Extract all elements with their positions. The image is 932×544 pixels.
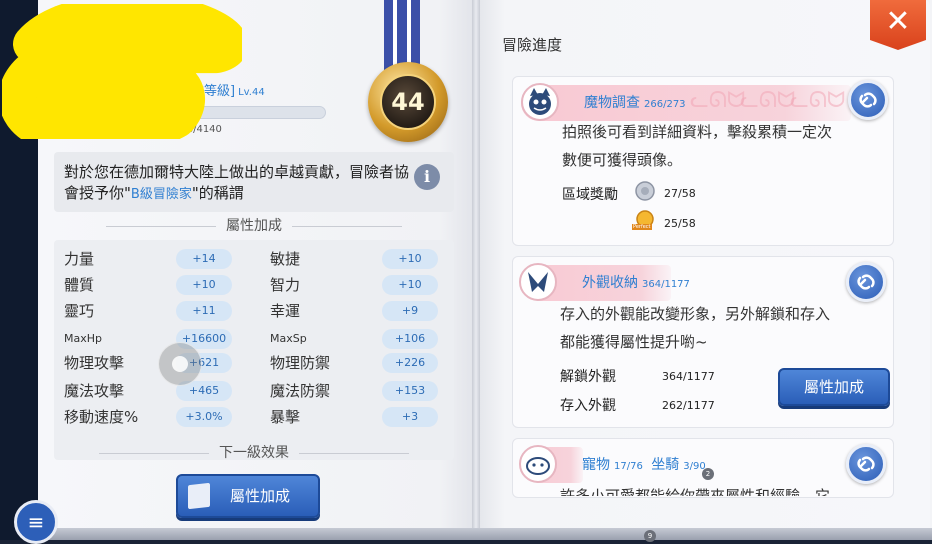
redaction-scribble — [2, 4, 242, 139]
stat-label: 靈巧 — [64, 302, 95, 320]
pets-link-button[interactable] — [846, 444, 886, 484]
book-icon — [188, 482, 210, 510]
pets-desc-clip: 許多小可愛都能給你帶來屬性和經驗，它 — [560, 484, 890, 496]
link-icon — [857, 456, 875, 472]
cat-face-icon: ᓚᘏᗢ — [740, 88, 796, 113]
zone-reward-label: 區域獎勵 — [562, 187, 618, 203]
unlock-appearance-val: 364/1177 — [662, 370, 715, 383]
stat-label: 幸運 — [270, 302, 301, 320]
monster-survey-link-button[interactable] — [848, 80, 888, 120]
touch-indicator — [158, 342, 202, 386]
cat-face-icon: ᓚᘏᗢ — [790, 88, 846, 113]
stat-label: 暴擊 — [270, 408, 301, 426]
stat-label: 敏捷 — [270, 250, 301, 268]
side-menu-button[interactable]: ≡ — [14, 500, 58, 544]
level-medal: 44 — [368, 62, 448, 142]
medal-number: 44 — [380, 74, 436, 130]
stat-label: 智力 — [270, 276, 301, 294]
stats-box — [54, 240, 454, 460]
stat-value: +10 — [176, 275, 232, 295]
appearance-attribute-bonus-button[interactable]: 屬性加成 — [778, 368, 890, 406]
appearance-avatar-icon — [519, 263, 557, 301]
pets-avatar-icon — [519, 445, 557, 483]
store-appearance-label: 存入外觀 — [560, 398, 616, 414]
stat-value: +9 — [382, 301, 438, 321]
stat-label: MaxHp — [64, 332, 102, 345]
close-button[interactable]: ✕ — [870, 0, 926, 50]
store-appearance-val: 262/1177 — [662, 399, 715, 412]
attribute-bonus-button[interactable]: 屬性加成 — [176, 474, 320, 518]
stat-label: 力量 — [64, 250, 95, 268]
cat-face-icon: ᓚᘏᗢ — [690, 88, 746, 113]
stat-label: MaxSp — [270, 332, 307, 345]
zone-reward-val-2: 25/58 — [664, 217, 696, 230]
unlock-appearance-label: 解鎖外觀 — [560, 369, 616, 385]
book-spine — [472, 0, 480, 540]
stat-label: 魔法防禦 — [270, 382, 331, 400]
link-icon — [859, 92, 877, 108]
stat-value: +10 — [382, 249, 438, 269]
stat-label: 物理攻擊 — [64, 354, 125, 372]
stat-value: +153 — [382, 381, 438, 401]
link-icon — [857, 274, 875, 290]
stat-label: 物理防禦 — [270, 354, 331, 372]
appearance-desc: 存入的外觀能改變形象，另外解鎖和存入 都能獲得屬性提升喲~ — [560, 305, 831, 351]
monster-avatar-icon — [521, 83, 559, 121]
monster-survey-title: 魔物調查 266/273 — [584, 95, 686, 111]
page-bottom-edge — [38, 528, 932, 540]
stat-label: 體質 — [64, 276, 95, 294]
appearance-link-button[interactable] — [846, 262, 886, 302]
stat-label: 移動速度% — [64, 408, 139, 426]
medal-ribbon — [384, 0, 420, 72]
stat-value: +3 — [382, 407, 438, 427]
stat-label: 魔法攻擊 — [64, 382, 125, 400]
stat-value: +10 — [382, 275, 438, 295]
pets-badge: 2 — [702, 468, 714, 480]
stat-value: +14 — [176, 249, 232, 269]
stat-value: +3.0% — [176, 407, 232, 427]
stat-value: +106 — [382, 329, 438, 349]
pets-desc: 許多小可愛都能給你帶來屬性和經驗，它 — [560, 487, 831, 496]
stat-value: +11 — [176, 301, 232, 321]
adventure-progress-title: 冒險進度 — [502, 36, 563, 54]
page-badge: 9 — [644, 530, 656, 542]
section-next-level: 下一級效果 — [54, 442, 454, 462]
section-attribute-bonus: 屬性加成 — [54, 215, 454, 235]
pets-mounts-title: 寵物 17/76 坐騎 3/90 — [582, 457, 706, 473]
appearance-title: 外觀收納 364/1177 — [582, 275, 690, 291]
zone-reward-val-1: 27/58 — [664, 187, 696, 200]
monster-survey-desc: 拍照後可看到詳細資料，擊殺累積一定次 數便可獲得頭像。 — [562, 123, 833, 169]
stat-value: +226 — [382, 353, 438, 373]
rank-description: 對於您在德加爾特大陸上做出的卓越貢獻，冒險者協會授予你"B級冒險家"的稱謂 — [64, 163, 410, 202]
info-icon[interactable]: i — [414, 164, 440, 190]
zone-reward-perfect-icon: Perfect — [632, 210, 658, 232]
zone-reward-silver-icon — [635, 181, 655, 201]
